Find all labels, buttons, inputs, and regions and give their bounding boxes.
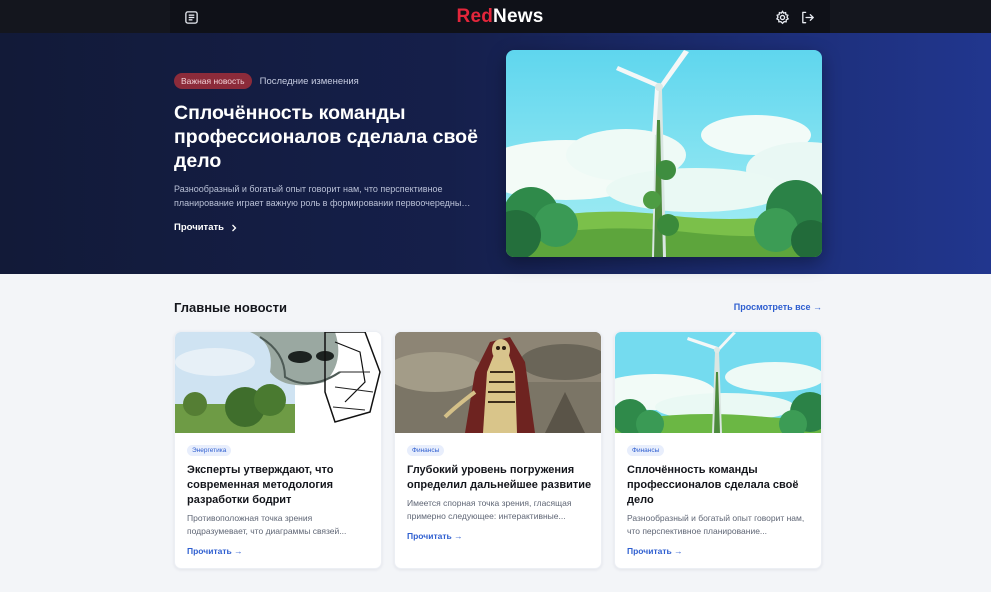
card-image[interactable] bbox=[395, 332, 601, 433]
hero-title[interactable]: Сплочённость команды профессионалов сдел… bbox=[174, 101, 494, 173]
card-read-link[interactable]: Прочитать → bbox=[187, 546, 243, 556]
site-logo[interactable]: RedNews bbox=[170, 6, 830, 28]
view-all-link[interactable]: Просмотреть все → bbox=[734, 302, 822, 312]
hero-description: Разнообразный и богатый опыт говорит нам… bbox=[174, 184, 466, 208]
card-title[interactable]: Сплочённость команды профессионалов сдел… bbox=[627, 463, 813, 508]
category-tag[interactable]: Финансы bbox=[627, 445, 665, 456]
category-tag[interactable]: Финансы bbox=[407, 445, 445, 456]
hero-banner: Важная новость Последние изменения Сплоч… bbox=[0, 33, 991, 274]
important-badge: Важная новость bbox=[174, 73, 252, 89]
card-description: Разнообразный и богатый опыт говорит нам… bbox=[627, 513, 805, 536]
top-bar: RedNews bbox=[0, 0, 991, 33]
card-title[interactable]: Глубокий уровень погружения определил да… bbox=[407, 463, 593, 493]
card-read-link[interactable]: Прочитать → bbox=[627, 546, 683, 556]
hero-subtitle: Последние изменения bbox=[259, 75, 359, 87]
card-image[interactable] bbox=[615, 332, 821, 433]
logo-white-part: News bbox=[493, 6, 544, 27]
news-card[interactable]: Финансы Глубокий уровень погружения опре… bbox=[394, 331, 602, 569]
news-card[interactable]: Энергетика Эксперты утверждают, что совр… bbox=[174, 331, 382, 569]
card-image[interactable] bbox=[175, 332, 381, 433]
hero-read-label: Прочитать bbox=[174, 222, 224, 233]
card-description: Имеется спорная точка зрения, гласящая п… bbox=[407, 498, 572, 521]
header: RedNews bbox=[170, 0, 830, 33]
news-card[interactable]: Финансы Сплочённость команды профессиона… bbox=[614, 331, 822, 569]
category-tag[interactable]: Энергетика bbox=[187, 445, 232, 456]
hero-badges: Важная новость Последние изменения bbox=[174, 73, 359, 89]
card-title[interactable]: Эксперты утверждают, что современная мет… bbox=[187, 463, 373, 508]
gear-icon[interactable] bbox=[773, 8, 791, 26]
card-read-link[interactable]: Прочитать → bbox=[407, 531, 463, 541]
section-title: Главные новости bbox=[174, 300, 287, 315]
hero-read-link[interactable]: Прочитать bbox=[174, 222, 238, 233]
logo-red-part: Red bbox=[456, 6, 494, 27]
card-description: Противоположная точка зрения подразумева… bbox=[187, 513, 347, 536]
logout-icon[interactable] bbox=[798, 8, 816, 26]
hero-image[interactable] bbox=[506, 50, 822, 257]
chevron-right-icon bbox=[232, 224, 237, 231]
